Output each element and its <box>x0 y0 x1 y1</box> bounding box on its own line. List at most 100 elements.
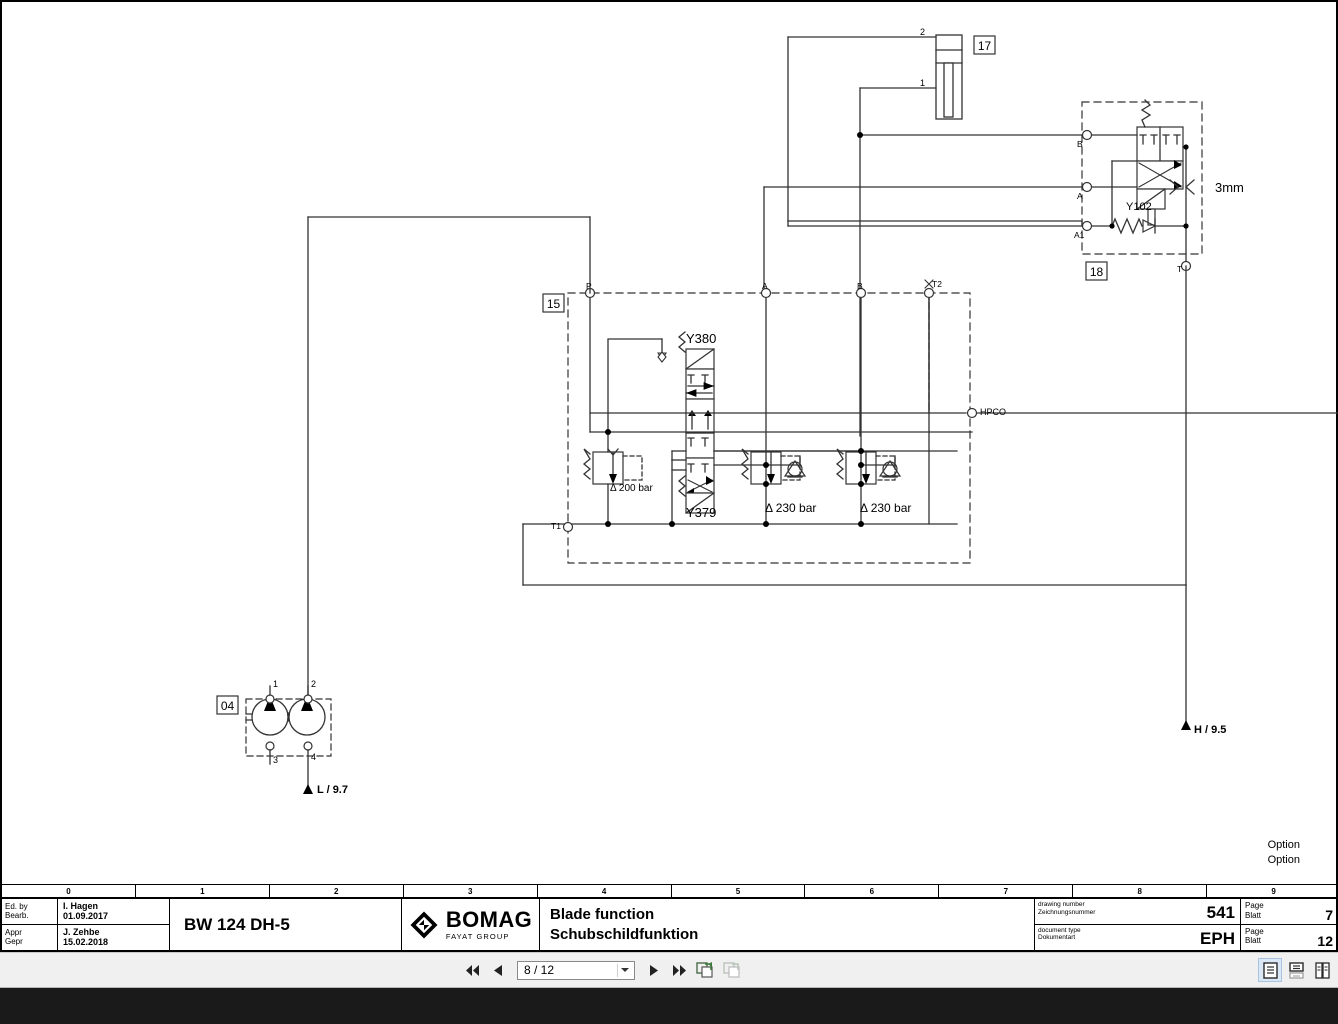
component-tag-17: 17 <box>973 35 996 55</box>
approver-date: 15.02.2018 <box>63 937 109 948</box>
document-type-value: EPH <box>1200 929 1235 948</box>
pressure-ref-label: H / 9.5 <box>1194 724 1226 736</box>
page-number-select[interactable]: 8 / 12 <box>517 960 635 980</box>
component-tag-18: 18 <box>1085 261 1108 281</box>
svg-text:04: 04 <box>221 699 235 713</box>
port-p-label-15: P <box>586 281 592 291</box>
cylinder-port-1-label: 1 <box>920 78 925 88</box>
drawing-sheet: 17 18 15 04 2 1 B A A1 T Y102 3mm P A B … <box>0 0 1338 952</box>
tank-ref-label: L / 9.7 <box>317 784 348 796</box>
previous-page-icon[interactable] <box>488 960 508 980</box>
drawing-number-row: drawing number Zeichnungsnummer 541 Page… <box>1035 899 1338 925</box>
drawing-number-labels: drawing number Zeichnungsnummer <box>1038 901 1095 916</box>
port-t1-label-15: T1 <box>551 521 561 531</box>
svg-text:18: 18 <box>1090 265 1104 279</box>
continuous-page-view-icon[interactable] <box>1284 958 1308 982</box>
edited-by-label-en: Ed. by <box>5 901 28 911</box>
orifice-3mm-label: 3mm <box>1215 180 1244 195</box>
pressure-line-h95 <box>1181 720 1191 730</box>
block15-internal-piping <box>567 292 1338 525</box>
column-index-row: 0 1 2 3 4 5 6 7 8 9 <box>2 884 1338 899</box>
pump-port-2-label: 2 <box>311 679 316 689</box>
port-hpco-label: HPCO <box>980 407 1006 417</box>
float-valve-block-18 <box>1081 99 1203 272</box>
column-index-5: 5 <box>672 885 806 897</box>
editor-name: I. Hagen <box>63 900 99 911</box>
drawing-number-label-en: drawing number <box>1038 901 1085 908</box>
pump-port-3-label: 3 <box>273 755 278 765</box>
single-page-view-icon[interactable] <box>1258 958 1282 982</box>
page-labels-top: Page Blatt <box>1245 901 1264 920</box>
column-index-6: 6 <box>805 885 940 897</box>
cylinder-port-2-label: 2 <box>920 27 925 37</box>
document-type-cell: document type Dokumentart EPH <box>1035 924 1241 950</box>
column-index-2: 2 <box>270 885 404 897</box>
column-index-4: 4 <box>538 885 672 897</box>
port-t-label-18: T <box>1177 264 1182 274</box>
total-pages-cell: Page Blatt 12 <box>1241 925 1338 951</box>
relief-valve-200-bar <box>582 448 643 485</box>
blade-cylinder-17 <box>787 34 963 437</box>
page-navigation-group: 8 / 12 <box>463 959 743 981</box>
facing-page-view-icon[interactable] <box>1310 958 1334 982</box>
pump-supply-routing <box>307 216 591 708</box>
edited-by-role: Ed. by Bearb. <box>2 899 57 925</box>
column-index-9: 9 <box>1271 886 1276 896</box>
page-label-de-bottom: Blatt <box>1245 936 1262 945</box>
port-b-label-18: B <box>1077 139 1083 149</box>
sheet-title-de: Schubschildfunktion <box>550 925 699 943</box>
blade-control-valve-block-15 <box>562 279 1338 564</box>
bomag-diamond-icon <box>410 911 438 938</box>
signatories-cell: I. Hagen 01.09.2017 J. Zehbe 15.02.2018 <box>58 899 170 950</box>
chevron-down-icon[interactable] <box>621 968 629 972</box>
total-pages-value: 12 <box>1317 933 1333 949</box>
next-page-icon[interactable] <box>644 960 664 980</box>
relief-valve-230-bar-port-a <box>740 448 807 485</box>
component-tag-15: 15 <box>542 293 565 313</box>
page-label-en-top: Page <box>1245 901 1264 910</box>
tandem-gear-pump-04 <box>245 685 332 794</box>
component-tag-04: 04 <box>216 695 239 715</box>
bomag-wordmark: BOMAG <box>445 906 533 932</box>
first-page-icon[interactable] <box>463 960 483 980</box>
editor-info: I. Hagen 01.09.2017 <box>58 899 169 925</box>
bomag-logo: BOMAG FAYAT GROUP <box>402 899 540 950</box>
window-bottom-strip <box>0 988 1338 1024</box>
document-type-row: document type Dokumentart EPH Page Blatt… <box>1035 924 1338 951</box>
relief-230bar-b-label: Δ 230 bar <box>860 501 911 515</box>
title-block: Ed. by Bearb. Appr Gepr I. Hagen 01.09.2… <box>2 899 1338 952</box>
sheet-title-en: Blade function <box>550 905 655 923</box>
page-label-de-top: Blatt <box>1245 910 1262 920</box>
hydraulic-schematic: 17 18 15 04 2 1 B A A1 T Y102 3mm P A B … <box>216 27 1338 796</box>
pump-port-4-label: 4 <box>311 752 316 762</box>
page-number-value: 8 / 12 <box>524 963 555 977</box>
column-index-3: 3 <box>404 885 538 897</box>
pdf-viewer-window: 17 18 15 04 2 1 B A A1 T Y102 3mm P A B … <box>0 0 1338 1024</box>
drawing-number-value: 541 <box>1206 902 1235 922</box>
view-mode-group <box>1258 958 1334 982</box>
edited-by-label-de: Bearb. <box>5 911 29 921</box>
column-index-1: 1 <box>136 885 270 897</box>
option-notes: Option Option <box>1268 838 1300 868</box>
sheet-title: Blade function Schubschildfunktion <box>540 899 1035 950</box>
port-a1-label-18: A1 <box>1074 230 1085 240</box>
document-type-label-en: document type <box>1038 926 1081 934</box>
duplicate-page-icon[interactable] <box>721 959 743 981</box>
port-b-label-15: B <box>857 281 863 291</box>
directional-control-valve-Y380-Y379 <box>677 331 715 514</box>
option-note-1: Option <box>1267 839 1300 851</box>
fayat-group-label: FAYAT GROUP <box>445 931 510 941</box>
document-type-label-de: Dokumentart <box>1038 934 1076 941</box>
relief-230bar-a-label: Δ 230 bar <box>765 501 816 515</box>
option-note-2: Option <box>1267 854 1300 866</box>
machine-model: BW 124 DH-5 <box>170 899 402 950</box>
svg-text:17: 17 <box>978 39 992 53</box>
role-labels-cell: Ed. by Bearb. Appr Gepr <box>2 899 58 950</box>
drawing-number-label-de: Zeichnungsnummer <box>1038 908 1096 916</box>
approved-by-role: Appr Gepr <box>2 925 57 951</box>
last-page-icon[interactable] <box>669 960 689 980</box>
copy-page-icon[interactable] <box>694 959 716 981</box>
solenoid-y102-label: Y102 <box>1126 201 1152 213</box>
relief-200bar-label: Δ 200 bar <box>610 483 653 494</box>
approver-name: J. Zehbe <box>63 926 100 937</box>
